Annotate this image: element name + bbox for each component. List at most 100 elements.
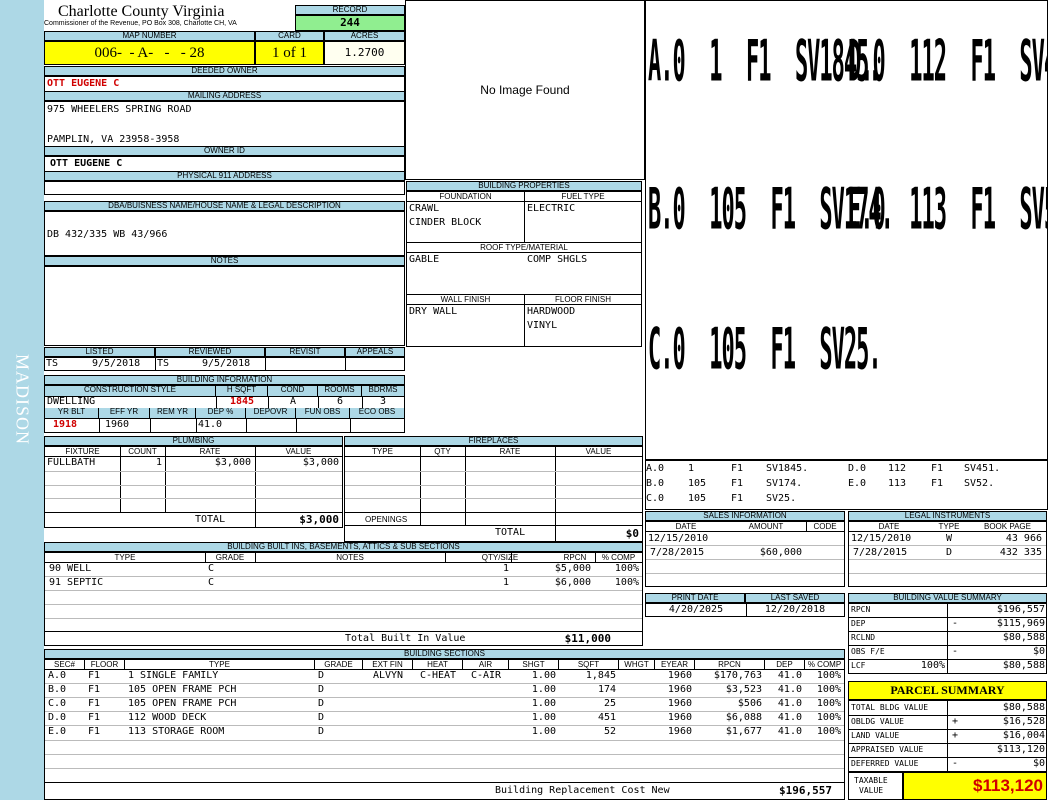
roof-type: GABLE xyxy=(409,254,440,265)
bs-cell-type: 1 SINGLE FAMILY xyxy=(128,670,219,681)
bs-cell-eyear: 1960 xyxy=(667,726,692,737)
bs-cell-type: 105 OPEN FRAME PCH xyxy=(128,684,237,695)
bs-cell-grade: D xyxy=(318,712,325,723)
legend-c-sec: C.0 xyxy=(646,493,665,504)
h-cond: COND xyxy=(268,386,318,396)
taxable-label-box: TAXABLE VALUE xyxy=(848,772,903,800)
builtin-h-qty: QTY/SIZE xyxy=(481,553,519,562)
ps-land-value: $16,004 xyxy=(1002,730,1045,741)
bs-h-heat: HEAT xyxy=(413,660,463,669)
legal-row1-date: 12/15/2010 xyxy=(851,533,912,544)
legend-a-sv: SV1845. xyxy=(766,463,809,474)
sketch-label-d: D.0 112 F1 SV451. xyxy=(848,31,1047,96)
builtin-h-rpcn: RPCN xyxy=(563,553,587,562)
builtin-h-notes: NOTES xyxy=(336,553,364,562)
legal-row1-type: W xyxy=(945,533,953,544)
bs-cell-comp: 100% xyxy=(816,684,841,695)
bs-total: $196,557 xyxy=(779,784,832,797)
bs-h-shgt: SHGT xyxy=(509,660,559,669)
bs-cell-sqft: 52 xyxy=(603,726,616,737)
h-remyr: REM YR xyxy=(150,408,196,418)
deeded-owner-value: OTT EUGENE C xyxy=(44,76,405,92)
fuel-label: FUEL TYPE xyxy=(524,192,641,202)
bs-cell-rpcn: $506 xyxy=(737,698,762,709)
builtin-row1-rpcn: $5,000 xyxy=(554,563,591,574)
plumbing-title: PLUMBING xyxy=(44,436,343,446)
deeded-owner-label: DEEDED OWNER xyxy=(44,66,405,76)
bs-cell-sec: C.0 xyxy=(48,698,67,709)
builtin-row2-comp: 100% xyxy=(614,577,639,588)
floor-line2: VINYL xyxy=(527,320,558,331)
legal-row1-book: 43 966 xyxy=(1005,533,1042,544)
floor-label: FLOOR FINISH xyxy=(524,294,641,305)
legal-value: DB 432/335 WB 43/966 xyxy=(44,211,405,256)
bs-cell-comp: 100% xyxy=(816,726,841,737)
vs-rclnd-label: RCLND xyxy=(851,633,876,642)
built-ins-table: TYPE GRADE NOTES QTY/SIZE RPCN % COMP 90… xyxy=(44,552,643,646)
builtin-row1-type: 90 WELL xyxy=(49,563,92,574)
plumbing-total-label: TOTAL xyxy=(195,514,226,525)
bs-cell-rpcn: $170,763 xyxy=(713,670,762,681)
vs-rpcn-label: RPCN xyxy=(851,605,871,614)
built-ins-title: BUILDING BUILT INS, BASEMENTS, ATTICS & … xyxy=(44,542,643,552)
ps-obldg-label: OBLDG VALUE xyxy=(851,717,904,726)
bs-cell-shgt: 1.00 xyxy=(531,670,556,681)
ps-land-sign: + xyxy=(952,730,959,741)
vs-dep-value: $115,969 xyxy=(996,618,1045,629)
bs-total-label: Building Replacement Cost New xyxy=(495,785,670,796)
sqft-value: 1845 xyxy=(229,396,255,407)
bs-cell-sqft: 25 xyxy=(603,698,616,709)
builtin-total-label: Total Built In Value xyxy=(345,633,466,644)
bs-cell-shgt: 1.00 xyxy=(531,726,556,737)
wall-value: DRY WALL xyxy=(409,306,458,317)
style-value: DWELLING xyxy=(47,396,96,407)
map-number-label: MAP NUMBER xyxy=(44,31,255,41)
bs-cell-dep: 41.0 xyxy=(777,726,802,737)
bs-cell-comp: 100% xyxy=(816,698,841,709)
bs-h-grade: GRADE xyxy=(315,660,363,669)
bs-h-comp: % COMP xyxy=(807,660,842,669)
bs-cell-grade: D xyxy=(318,726,325,737)
legal-label: DBA/BUISNESS NAME/HOUSE NAME & LEGAL DES… xyxy=(44,201,405,211)
sales-row1-date: 12/15/2010 xyxy=(648,533,709,544)
taxable-value: $113,120 xyxy=(903,772,1047,800)
print-date-label: PRINT DATE xyxy=(645,593,745,603)
county-address: Commissioner of the Revenue, PO Box 308,… xyxy=(44,20,237,27)
fuel-value: ELECTRIC xyxy=(527,203,576,214)
bs-cell-sqft: 1,845 xyxy=(585,670,616,681)
h-funobs: FUN OBS xyxy=(296,408,350,418)
acres-value: 1.2700 xyxy=(324,41,405,65)
building-properties-title: BUILDING PROPERTIES xyxy=(406,181,642,191)
bs-h-type: TYPE xyxy=(125,660,315,669)
notes-label: NOTES xyxy=(44,256,405,266)
bs-h-rpcn: RPCN xyxy=(695,660,765,669)
bs-cell-sqft: 451 xyxy=(597,712,616,723)
bs-cell-sec: B.0 xyxy=(48,684,67,695)
h-depovr: DEPOVR xyxy=(246,408,296,418)
legal-instruments-table: DATE TYPE BOOK PAGE 12/15/2010 W 43 966 … xyxy=(848,521,1047,587)
legal-h-type: TYPE xyxy=(938,522,960,531)
ps-total-bldg-label: TOTAL BLDG VALUE xyxy=(851,703,929,712)
reviewed-by: TS xyxy=(157,358,170,369)
legend-e-code: 113 xyxy=(888,478,907,489)
h-bdrms: BDRMS xyxy=(362,386,404,396)
bs-cell-rpcn: $1,677 xyxy=(725,726,762,737)
value-summary-title: BUILDING VALUE SUMMARY xyxy=(848,593,1047,603)
ps-obldg-sign: + xyxy=(952,716,959,727)
building-sections-title: BUILDING SECTIONS xyxy=(44,649,845,659)
parcel-summary-title: PARCEL SUMMARY xyxy=(848,681,1047,700)
sales-title: SALES INFORMATION xyxy=(645,511,845,521)
bs-cell-dep: 41.0 xyxy=(777,684,802,695)
appeals-label: APPEALS xyxy=(345,347,405,357)
print-date: 4/20/2025 xyxy=(668,604,724,615)
bs-cell-type: 113 STORAGE ROOM xyxy=(128,726,225,737)
ps-deferred-value: $0 xyxy=(1032,758,1045,769)
legend-e-sec: E.0 xyxy=(848,478,867,489)
cond-value: A xyxy=(289,396,297,407)
vs-dep-label: DEP xyxy=(851,619,866,628)
bs-cell-comp: 100% xyxy=(816,712,841,723)
effyr-value: 1960 xyxy=(105,419,130,430)
fireplaces-table: TYPE QTY RATE VALUE OPENINGS TOTAL $0 xyxy=(344,446,643,542)
fireplace-h-rate: RATE xyxy=(499,447,521,456)
bs-h-air: AIR xyxy=(463,660,509,669)
